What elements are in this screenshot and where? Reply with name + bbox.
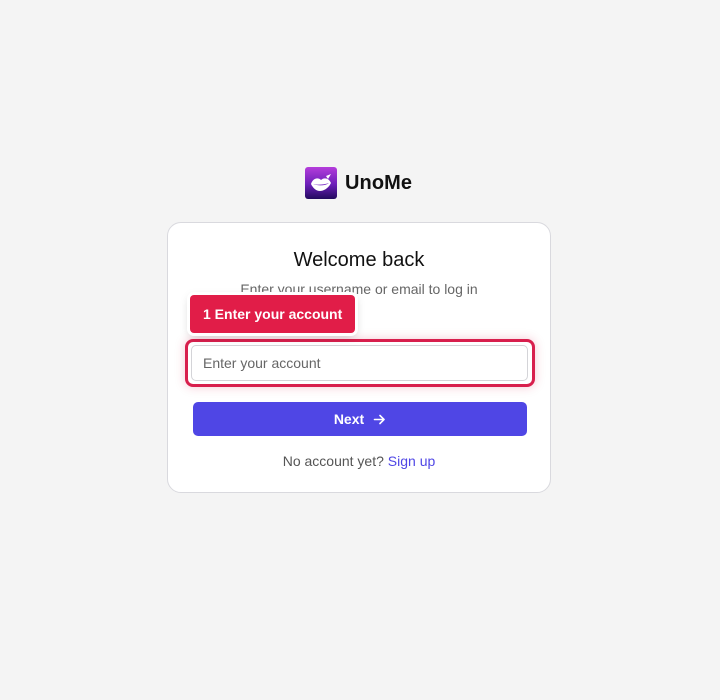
arrow-right-icon [373, 413, 386, 426]
brand-name: UnoMe [345, 171, 413, 194]
brand: UnoMe [305, 167, 412, 199]
login-card: Welcome back Enter your username or emai… [167, 222, 551, 493]
signup-link[interactable]: Sign up [388, 453, 435, 469]
page-title: Welcome back [293, 249, 425, 271]
account-input[interactable] [191, 345, 528, 381]
signup-prompt: No account yet? Sign up [168, 453, 550, 469]
lips-logo-icon [305, 167, 337, 199]
next-button[interactable]: Next [193, 402, 527, 436]
signup-prompt-text: No account yet? [282, 453, 384, 469]
next-button-label: Next [333, 411, 365, 427]
step-callout-label: 1 Enter your account [190, 295, 356, 333]
